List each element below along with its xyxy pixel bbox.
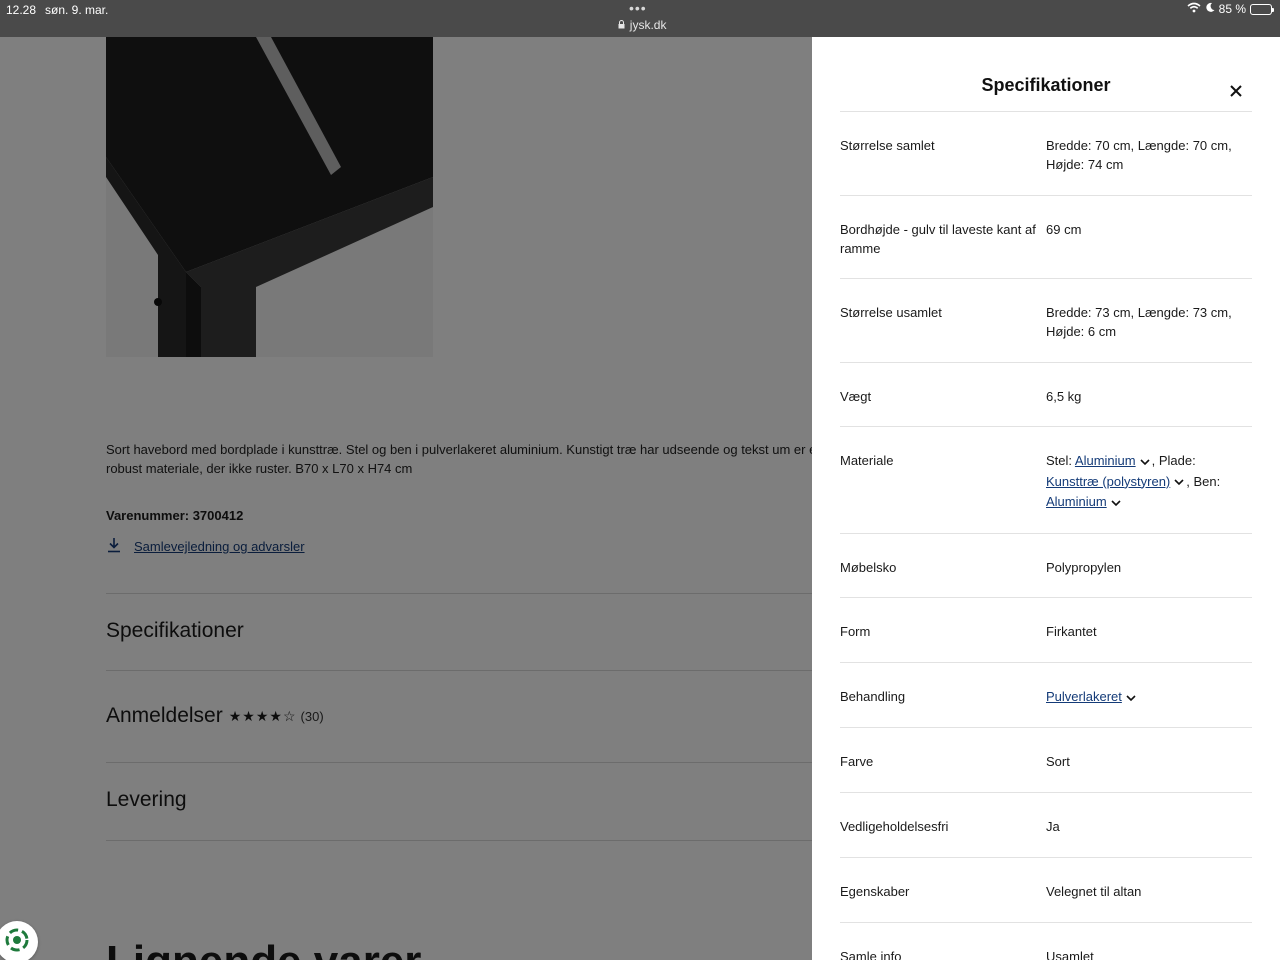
spec-list: Størrelse samlet Bredde: 70 cm, Længde: … (840, 111, 1252, 960)
spec-label: Farve (840, 754, 874, 769)
spec-row: Samle info Usamlet (840, 923, 1252, 960)
spec-value: Bredde: 70 cm, Længde: 70 cm, Højde: 74 … (1046, 138, 1232, 172)
spec-value: Polypropylen (1046, 560, 1122, 575)
wifi-icon (1187, 2, 1201, 16)
status-indicators: 85 % (1187, 2, 1274, 16)
spec-value-materials: Stel: Aluminium , Plade: Kunsttræ (polyst… (1046, 451, 1252, 533)
spec-row: Vedligeholdelsesfri Ja (840, 793, 1252, 858)
spec-row: Form Firkantet (840, 598, 1252, 663)
spec-label: Form (840, 624, 871, 639)
battery-percent: 85 % (1218, 2, 1246, 16)
spec-label: Vægt (840, 389, 872, 404)
spec-label: Behandling (840, 689, 906, 704)
status-time: 12.28 (6, 3, 37, 17)
panel-title: Specifikationer (981, 75, 1111, 95)
spec-row: Bordhøjde - gulv til laveste kant af ram… (840, 196, 1252, 279)
material-prefix: , Plade: (1151, 453, 1196, 468)
chevron-down-icon[interactable] (1126, 688, 1136, 707)
spec-value: Velegnet til altan (1046, 884, 1142, 899)
spec-value: Usamlet (1046, 949, 1094, 960)
cookie-settings-button[interactable] (0, 921, 38, 960)
spec-row: Farve Sort (840, 728, 1252, 793)
close-button[interactable] (1226, 80, 1246, 100)
spec-row: Møbelsko Polypropylen (840, 534, 1252, 598)
spec-label: Samle info (840, 949, 902, 960)
spec-row: Størrelse samlet Bredde: 70 cm, Længde: … (840, 112, 1252, 196)
material-prefix: Stel: (1046, 453, 1073, 468)
material-link-top[interactable]: Kunsttræ (polystyren) (1046, 474, 1170, 489)
material-link-frame[interactable]: Aluminium (1075, 453, 1136, 468)
more-dots-icon[interactable]: ••• (629, 0, 647, 16)
spec-label: Størrelse usamlet (840, 305, 942, 320)
chevron-down-icon[interactable] (1111, 493, 1121, 513)
material-prefix: , Ben: (1186, 473, 1221, 489)
battery-icon (1250, 3, 1274, 15)
spec-row: Behandling Pulverlakeret (840, 663, 1252, 728)
spec-label: Bordhøjde - gulv til laveste kant af ram… (840, 222, 1036, 256)
spec-row: Egenskaber Velegnet til altan (840, 858, 1252, 923)
spec-value-treatment: Pulverlakeret (1046, 687, 1252, 727)
url-text: jysk.dk (629, 18, 667, 32)
spec-value: Bredde: 73 cm, Længde: 73 cm, Højde: 6 c… (1046, 305, 1232, 339)
spec-label: Møbelsko (840, 560, 897, 575)
spec-value: Firkantet (1046, 624, 1097, 639)
spec-label: Egenskaber (840, 884, 910, 899)
spec-value: Ja (1046, 819, 1060, 834)
chevron-down-icon[interactable] (1140, 452, 1150, 472)
spec-row: Størrelse usamlet Bredde: 73 cm, Længde:… (840, 279, 1252, 363)
status-date: søn. 9. mar. (45, 3, 109, 17)
spec-value: 69 cm (1046, 222, 1082, 237)
address-bar[interactable]: jysk.dk (618, 18, 666, 32)
spec-value: 6,5 kg (1046, 389, 1082, 404)
spec-value: Sort (1046, 754, 1070, 769)
spec-row: Materiale Stel: Aluminium , Plade: Kunstt… (840, 427, 1252, 534)
chevron-down-icon[interactable] (1174, 472, 1184, 492)
lock-icon (618, 20, 628, 32)
material-link-legs[interactable]: Aluminium (1046, 494, 1107, 509)
cookie-icon (4, 927, 30, 957)
spec-label: Materiale (840, 453, 894, 468)
status-bar: 12.28 søn. 9. mar. ••• jysk.dk 85 % (0, 0, 1280, 37)
spec-label: Vedligeholdelsesfri (840, 819, 949, 834)
close-icon (1230, 78, 1242, 102)
spec-row: Vægt 6,5 kg (840, 363, 1252, 427)
modal-backdrop[interactable] (0, 37, 812, 960)
treatment-link[interactable]: Pulverlakeret (1046, 689, 1122, 704)
moon-icon (1205, 2, 1215, 16)
specifications-panel: Specifikationer Størrelse samlet Bredde:… (812, 37, 1280, 960)
spec-label: Størrelse samlet (840, 138, 935, 153)
